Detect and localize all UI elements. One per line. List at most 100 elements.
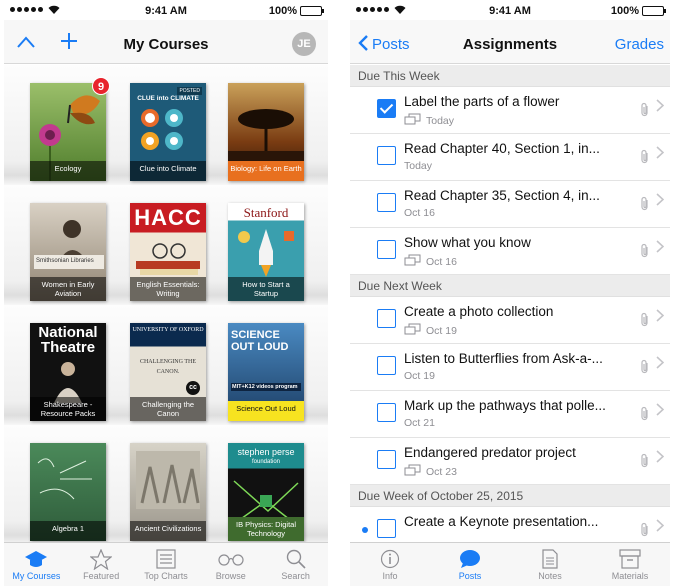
tab-featured[interactable]: Featured bbox=[69, 543, 134, 586]
course-book-shakespeare[interactable]: National Theatre Shakespeare - Resource … bbox=[30, 323, 106, 421]
paperclip-icon bbox=[640, 359, 650, 380]
book-label: Ancient Civilizations bbox=[130, 521, 206, 541]
assignment-list: Due This Week Label the parts of a flower… bbox=[350, 65, 670, 542]
checkbox[interactable] bbox=[377, 309, 396, 328]
course-book-clue-into-climate[interactable]: POSTED CLUE into CLIMATE Clue into Clima… bbox=[130, 83, 206, 181]
tab-bar: My Courses Featured Top Charts Browse Se… bbox=[4, 542, 328, 586]
tab-top-charts[interactable]: Top Charts bbox=[134, 543, 199, 586]
tab-materials[interactable]: Materials bbox=[590, 543, 670, 586]
cover-title: SCIENCE OUT LOUD bbox=[231, 329, 289, 353]
cover-title: HACC bbox=[134, 205, 202, 230]
course-book-algebra-1[interactable]: Algebra 1 bbox=[30, 443, 106, 541]
cover-title: stephen perse bbox=[237, 447, 295, 457]
checkbox[interactable] bbox=[377, 356, 396, 375]
tab-my-courses[interactable]: My Courses bbox=[4, 543, 69, 586]
book-label: Shakespeare - Resource Packs bbox=[30, 397, 106, 421]
assignment-meta: Today bbox=[404, 160, 432, 172]
assignment-title: Read Chapter 40, Section 1, in... bbox=[404, 141, 600, 156]
grades-button[interactable]: Grades bbox=[615, 36, 664, 53]
course-book-ancient-civilizations[interactable]: Ancient Civilizations bbox=[130, 443, 206, 541]
box-icon bbox=[590, 547, 670, 571]
chevron-right-icon bbox=[656, 519, 665, 537]
assignment-title: Listen to Butterflies from Ask-a-... bbox=[404, 351, 603, 366]
tab-info[interactable]: Info bbox=[350, 543, 430, 586]
search-icon bbox=[263, 547, 328, 571]
assignment-row[interactable]: Mark up the pathways that polle... Oct 21 bbox=[350, 391, 670, 438]
checkbox[interactable] bbox=[377, 146, 396, 165]
book-label: How to Start a Startup bbox=[228, 277, 304, 301]
due-date: Today bbox=[426, 114, 455, 127]
assignment-title: Label the parts of a flower bbox=[404, 94, 560, 109]
checkbox[interactable] bbox=[377, 519, 396, 538]
assignment-title: Read Chapter 35, Section 4, in... bbox=[404, 188, 600, 203]
cover-university: UNIVERSITY OF OXFORD bbox=[132, 327, 204, 333]
assignment-row[interactable]: Show what you know Oct 16 bbox=[350, 228, 670, 275]
checkbox[interactable] bbox=[377, 193, 396, 212]
course-book-challenging-the-canon[interactable]: UNIVERSITY OF OXFORD CHALLENGING THE CAN… bbox=[130, 323, 206, 421]
due-date: Oct 19 bbox=[426, 324, 457, 337]
assignment-row[interactable]: Label the parts of a flower Today bbox=[350, 87, 670, 134]
assignment-meta: Oct 19 bbox=[404, 323, 457, 338]
due-date: Oct 23 bbox=[426, 465, 457, 478]
assignment-row[interactable]: Listen to Butterflies from Ask-a-... Oct … bbox=[350, 344, 670, 391]
battery-icon bbox=[300, 6, 324, 16]
star-icon bbox=[69, 547, 134, 571]
section-header: Due Week of October 25, 2015 bbox=[350, 485, 670, 507]
course-book-ib-physics[interactable]: stephen perse foundation IB Physics: Dig… bbox=[228, 443, 304, 541]
due-date: Today bbox=[404, 160, 433, 172]
glasses-icon bbox=[198, 547, 263, 571]
assignments-screen: 9:41 AM 100% Posts Assignments Grades Du… bbox=[350, 0, 670, 586]
battery-icon bbox=[642, 6, 666, 16]
course-book-science-out-loud[interactable]: SCIENCE OUT LOUD MIT+K12 videos program … bbox=[228, 323, 304, 421]
handout-icon bbox=[404, 254, 422, 269]
status-bar: 9:41 AM 100% bbox=[350, 0, 670, 20]
battery-percent: 100% bbox=[268, 5, 297, 17]
paperclip-icon bbox=[640, 453, 650, 474]
course-book-women-in-early-aviation[interactable]: Smithsonian Libraries Women in Early Avi… bbox=[30, 203, 106, 301]
due-date: Oct 21 bbox=[404, 417, 435, 429]
course-book-ecology[interactable]: Ecology bbox=[30, 83, 106, 181]
assignment-row[interactable]: Endangered predator project Oct 23 bbox=[350, 438, 670, 485]
assignment-row[interactable]: Read Chapter 40, Section 1, in... Today bbox=[350, 134, 670, 181]
due-date: Oct 16 bbox=[426, 255, 457, 268]
course-book-start-a-startup[interactable]: Stanford How to Start a Startup bbox=[228, 203, 304, 301]
assignment-meta: Oct 19 bbox=[404, 370, 435, 382]
notes-icon bbox=[510, 547, 590, 571]
checkbox[interactable] bbox=[377, 450, 396, 469]
book-label: Algebra 1 bbox=[30, 521, 106, 541]
paperclip-icon bbox=[640, 312, 650, 333]
assignment-row[interactable]: Create a photo collection Oct 19 bbox=[350, 297, 670, 344]
checkbox[interactable] bbox=[377, 240, 396, 259]
assignment-row[interactable]: Read Chapter 35, Section 4, in... Oct 16 bbox=[350, 181, 670, 228]
assignment-meta: Oct 21 bbox=[404, 417, 435, 429]
paperclip-icon bbox=[640, 522, 650, 542]
cover-subtitle: foundation bbox=[251, 459, 281, 465]
chevron-right-icon bbox=[656, 356, 665, 374]
nav-bar: Posts Assignments Grades bbox=[350, 20, 670, 64]
paperclip-icon bbox=[640, 406, 650, 427]
assignment-title: Create a photo collection bbox=[404, 304, 554, 319]
notification-badge: 9 bbox=[92, 77, 110, 95]
tab-notes[interactable]: Notes bbox=[510, 543, 590, 586]
handout-icon bbox=[404, 113, 422, 128]
due-date: Oct 16 bbox=[404, 207, 435, 219]
course-book-biology[interactable]: Biology: Life on Earth bbox=[228, 83, 304, 181]
assignment-title: Create a Keynote presentation... bbox=[404, 514, 599, 529]
tab-posts[interactable]: Posts bbox=[430, 543, 510, 586]
assignment-title: Mark up the pathways that polle... bbox=[404, 398, 606, 413]
my-courses-screen: 9:41 AM 100% My Courses JE Ecology 9 POS… bbox=[4, 0, 328, 586]
tab-search[interactable]: Search bbox=[263, 543, 328, 586]
chevron-right-icon bbox=[656, 193, 665, 211]
checked-checkbox[interactable] bbox=[377, 99, 396, 118]
paperclip-icon bbox=[640, 243, 650, 264]
checkbox[interactable] bbox=[377, 403, 396, 422]
speech-bubble-icon bbox=[430, 547, 510, 571]
assignment-row[interactable]: Create a Keynote presentation... bbox=[350, 507, 670, 542]
book-label: Challenging the Canon bbox=[130, 397, 206, 421]
course-book-english-essentials[interactable]: HACC English Essentials: Writing bbox=[130, 203, 206, 301]
tab-browse[interactable]: Browse bbox=[198, 543, 263, 586]
due-date: Oct 19 bbox=[404, 370, 435, 382]
unread-dot bbox=[362, 527, 368, 533]
page-title: My Courses bbox=[123, 36, 209, 53]
avatar[interactable]: JE bbox=[292, 32, 316, 56]
